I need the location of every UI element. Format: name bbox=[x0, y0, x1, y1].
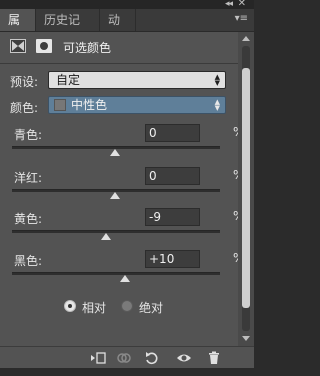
scroll-thumb[interactable] bbox=[242, 68, 250, 308]
magenta-label: 洋红: bbox=[14, 171, 43, 185]
properties-panel: 可选颜色 预设: 自定 ▲▼ 颜色: 中性色 ▲▼ 青色: 0 % 洋红: 0 … bbox=[0, 32, 254, 346]
preset-label: 预设: bbox=[10, 75, 39, 89]
yellow-slider-thumb[interactable] bbox=[101, 233, 111, 240]
divider bbox=[0, 63, 238, 64]
scroll-up-icon[interactable] bbox=[242, 36, 250, 41]
clip-to-layer-icon[interactable] bbox=[90, 351, 106, 365]
panel-tab-bar: 属性 历史记录 动作 ▾≡ bbox=[0, 9, 254, 49]
tab-actions[interactable]: 动作 bbox=[100, 9, 136, 49]
relative-radio[interactable] bbox=[64, 300, 76, 312]
layer-mask-icon[interactable] bbox=[36, 39, 52, 53]
preset-value: 自定 bbox=[56, 73, 81, 87]
colors-value: 中性色 bbox=[71, 98, 108, 112]
black-slider-thumb[interactable] bbox=[120, 275, 130, 282]
cyan-slider-thumb[interactable] bbox=[110, 149, 120, 156]
panel-menu-icon[interactable]: ▾≡ bbox=[235, 13, 248, 25]
tab-properties[interactable]: 属性 bbox=[0, 9, 36, 49]
absolute-label[interactable]: 绝对 bbox=[139, 299, 163, 316]
colors-dropdown[interactable]: 中性色 ▲ ▼ bbox=[48, 96, 226, 114]
trash-icon[interactable] bbox=[206, 351, 222, 365]
adjustment-layer-icon[interactable] bbox=[10, 39, 26, 53]
relative-label[interactable]: 相对 bbox=[82, 299, 106, 316]
scroll-track[interactable] bbox=[242, 46, 250, 331]
bottom-toolbar bbox=[0, 346, 254, 369]
dropdown-arrows-icon: ▲ ▼ bbox=[214, 98, 220, 112]
black-input[interactable]: +10 bbox=[145, 250, 200, 268]
cyan-label: 青色: bbox=[14, 128, 43, 142]
yellow-slider-track[interactable] bbox=[12, 230, 220, 233]
cyan-input[interactable]: 0 bbox=[145, 124, 200, 142]
preset-dropdown[interactable]: 自定 ▲ ▼ bbox=[48, 71, 226, 89]
absolute-radio[interactable] bbox=[121, 300, 133, 312]
color-swatch bbox=[54, 99, 66, 111]
reset-icon[interactable] bbox=[144, 351, 160, 365]
panel-scrollbar[interactable] bbox=[238, 32, 254, 346]
scroll-down-icon[interactable] bbox=[242, 336, 250, 341]
adjustment-header: 可选颜色 bbox=[0, 32, 254, 60]
tab-history[interactable]: 历史记录 bbox=[36, 9, 100, 49]
panel-footer bbox=[0, 368, 254, 376]
visibility-eye-icon[interactable] bbox=[176, 351, 192, 365]
black-slider-track[interactable] bbox=[12, 272, 220, 275]
magenta-input[interactable]: 0 bbox=[145, 167, 200, 185]
magenta-slider-thumb[interactable] bbox=[110, 192, 120, 199]
dropdown-arrows-icon: ▲ ▼ bbox=[214, 73, 220, 87]
panel-title: 可选颜色 bbox=[63, 41, 112, 55]
view-previous-state-icon[interactable] bbox=[116, 351, 132, 365]
black-label: 黑色: bbox=[14, 254, 43, 268]
colors-label: 颜色: bbox=[10, 101, 39, 115]
panel-top-bar: ◂◂ ✕ bbox=[0, 0, 254, 9]
yellow-input[interactable]: -9 bbox=[145, 208, 200, 226]
yellow-label: 黄色: bbox=[14, 212, 43, 226]
